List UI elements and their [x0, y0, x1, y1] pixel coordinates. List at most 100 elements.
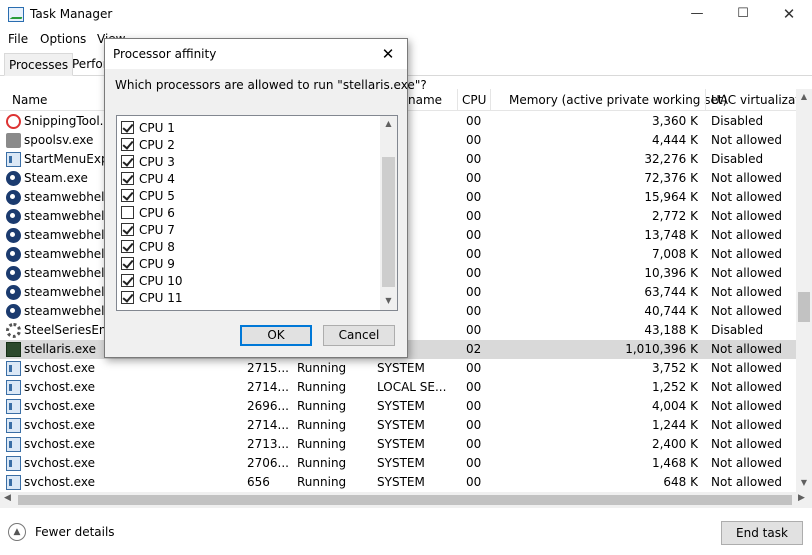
process-status: Running — [297, 399, 347, 413]
ok-button[interactable]: OK — [240, 325, 312, 346]
horizontal-scroll-thumb[interactable] — [18, 495, 792, 505]
process-cpu: 00 — [466, 418, 482, 432]
scroll-up-icon[interactable]: ▲ — [796, 92, 812, 101]
process-memory: 1,468 K — [651, 456, 698, 470]
cpu-checkbox[interactable] — [121, 274, 134, 287]
cpu-label: CPU 6 — [139, 206, 175, 220]
process-name: StartMenuExpe — [24, 152, 106, 166]
cpu-checkbox-item[interactable]: CPU 3 — [121, 153, 371, 170]
process-name: svchost.exe — [24, 475, 95, 489]
scroll-left-icon[interactable]: ◀ — [4, 493, 11, 503]
dialog-question: Which processors are allowed to run "ste… — [115, 78, 427, 92]
process-uac: Not allowed — [711, 209, 783, 223]
scroll-down-icon[interactable]: ▼ — [796, 478, 812, 487]
cpu-checkbox-item[interactable]: CPU 2 — [121, 136, 371, 153]
process-uac: Disabled — [711, 323, 764, 337]
header-user-name[interactable]: name — [408, 93, 458, 107]
process-uac: Not allowed — [711, 361, 783, 375]
cpu-checkbox-item[interactable]: CPU 4 — [121, 170, 371, 187]
header-name[interactable]: Name — [12, 93, 47, 107]
dialog-close-button[interactable]: ✕ — [375, 43, 401, 65]
header-cpu[interactable]: CPU — [462, 93, 486, 107]
end-task-button[interactable]: End task — [721, 521, 803, 545]
process-memory: 40,744 K — [644, 304, 698, 318]
process-memory: 72,376 K — [644, 171, 698, 185]
process-cpu: 00 — [466, 247, 482, 261]
horizontal-scrollbar[interactable]: ◀ ▶ — [0, 492, 812, 508]
title-bar: Task Manager — ☐ ✕ — [0, 0, 812, 30]
table-row[interactable]: svchost.exe 2706... Running SYSTEM 00 1,468 K… — [0, 454, 796, 473]
minimize-button[interactable]: — — [674, 0, 720, 30]
steam-icon — [6, 228, 21, 243]
service-icon — [6, 380, 21, 395]
process-memory: 1,010,396 K — [625, 342, 698, 356]
service-icon — [6, 437, 21, 452]
cpu-checkbox[interactable] — [121, 223, 134, 236]
header-memory[interactable]: Memory (active private working set) — [509, 93, 727, 107]
close-button[interactable]: ✕ — [766, 0, 812, 30]
column-separator[interactable] — [457, 89, 458, 111]
cpu-list-scrollbar[interactable]: ▲ ▼ — [380, 116, 397, 310]
column-separator[interactable] — [490, 89, 491, 111]
maximize-button[interactable]: ☐ — [720, 0, 766, 30]
cpu-checkbox[interactable] — [121, 172, 134, 185]
service-icon — [6, 152, 21, 167]
process-cpu: 00 — [466, 323, 482, 337]
scroll-down-icon[interactable]: ▼ — [380, 296, 397, 305]
vertical-scrollbar[interactable]: ▲ ▼ — [796, 89, 812, 492]
chevron-up-icon[interactable]: ▲ — [8, 523, 26, 541]
table-row[interactable]: svchost.exe 656 Running SYSTEM 00 648 K Not al… — [0, 473, 796, 492]
header-uac-virtualization[interactable]: UAC virtualizatio — [711, 93, 796, 107]
process-memory: 4,444 K — [651, 133, 698, 147]
cpu-checkbox[interactable] — [121, 121, 134, 134]
cpu-checkbox-item[interactable]: CPU 9 — [121, 255, 371, 272]
cpu-checkbox-item[interactable]: CPU 8 — [121, 238, 371, 255]
process-name: SteelSeriesEngi — [24, 323, 106, 337]
table-row[interactable]: svchost.exe 2713... Running SYSTEM 00 2,400 K… — [0, 435, 796, 454]
column-separator[interactable] — [705, 89, 706, 111]
process-cpu: 00 — [466, 228, 482, 242]
cpu-checkbox-item[interactable]: CPU 5 — [121, 187, 371, 204]
process-name: stellaris.exe — [24, 342, 96, 356]
process-name: svchost.exe — [24, 361, 95, 375]
table-row[interactable]: svchost.exe 2714... Running LOCAL SE... 00 1,… — [0, 378, 796, 397]
cpu-checkbox[interactable] — [121, 257, 134, 270]
table-row[interactable]: svchost.exe 2715... Running SYSTEM 00 3,752 K… — [0, 359, 796, 378]
cancel-button[interactable]: Cancel — [323, 325, 395, 346]
process-cpu: 00 — [466, 190, 482, 204]
cpu-checkbox[interactable] — [121, 189, 134, 202]
cpu-checkbox[interactable] — [121, 206, 134, 219]
process-uac: Not allowed — [711, 475, 783, 489]
cpu-checkbox-item[interactable]: CPU 6 — [121, 204, 371, 221]
service-icon — [6, 418, 21, 433]
cpu-list-scroll-thumb[interactable] — [382, 157, 395, 287]
cpu-checkbox-item[interactable]: CPU 7 — [121, 221, 371, 238]
process-name: svchost.exe — [24, 456, 95, 470]
cpu-checkbox[interactable] — [121, 291, 134, 304]
table-row[interactable]: svchost.exe 2714... Running SYSTEM 00 1,244 K… — [0, 416, 796, 435]
process-cpu: 00 — [466, 209, 482, 223]
fewer-details-link[interactable]: Fewer details — [35, 525, 115, 539]
vertical-scroll-thumb[interactable] — [798, 292, 810, 322]
processor-affinity-dialog: Processor affinity ✕ Which processors ar… — [104, 38, 427, 358]
cpu-checkbox-item[interactable]: CPU 11 — [121, 289, 371, 306]
process-uac: Not allowed — [711, 247, 783, 261]
cpu-label: CPU 2 — [139, 138, 175, 152]
scroll-up-icon[interactable]: ▲ — [380, 119, 397, 128]
cpu-checkbox[interactable] — [121, 138, 134, 151]
cpu-label: CPU 4 — [139, 172, 175, 186]
process-memory: 63,744 K — [644, 285, 698, 299]
cpu-checkbox[interactable] — [121, 240, 134, 253]
process-pid: 2715... — [247, 361, 289, 375]
table-row[interactable]: svchost.exe 2696... Running SYSTEM 00 4,004 K… — [0, 397, 796, 416]
cpu-checkbox-item[interactable]: CPU 1 — [121, 119, 371, 136]
process-uac: Not allowed — [711, 285, 783, 299]
process-memory: 10,396 K — [644, 266, 698, 280]
cpu-checkbox-item[interactable]: CPU 10 — [121, 272, 371, 289]
scroll-right-icon[interactable]: ▶ — [798, 493, 805, 503]
process-status: Running — [297, 361, 347, 375]
menu-options[interactable]: Options — [40, 32, 86, 46]
menu-file[interactable]: File — [8, 32, 28, 46]
cpu-checkbox[interactable] — [121, 155, 134, 168]
tab-processes[interactable]: Processes — [4, 53, 74, 76]
